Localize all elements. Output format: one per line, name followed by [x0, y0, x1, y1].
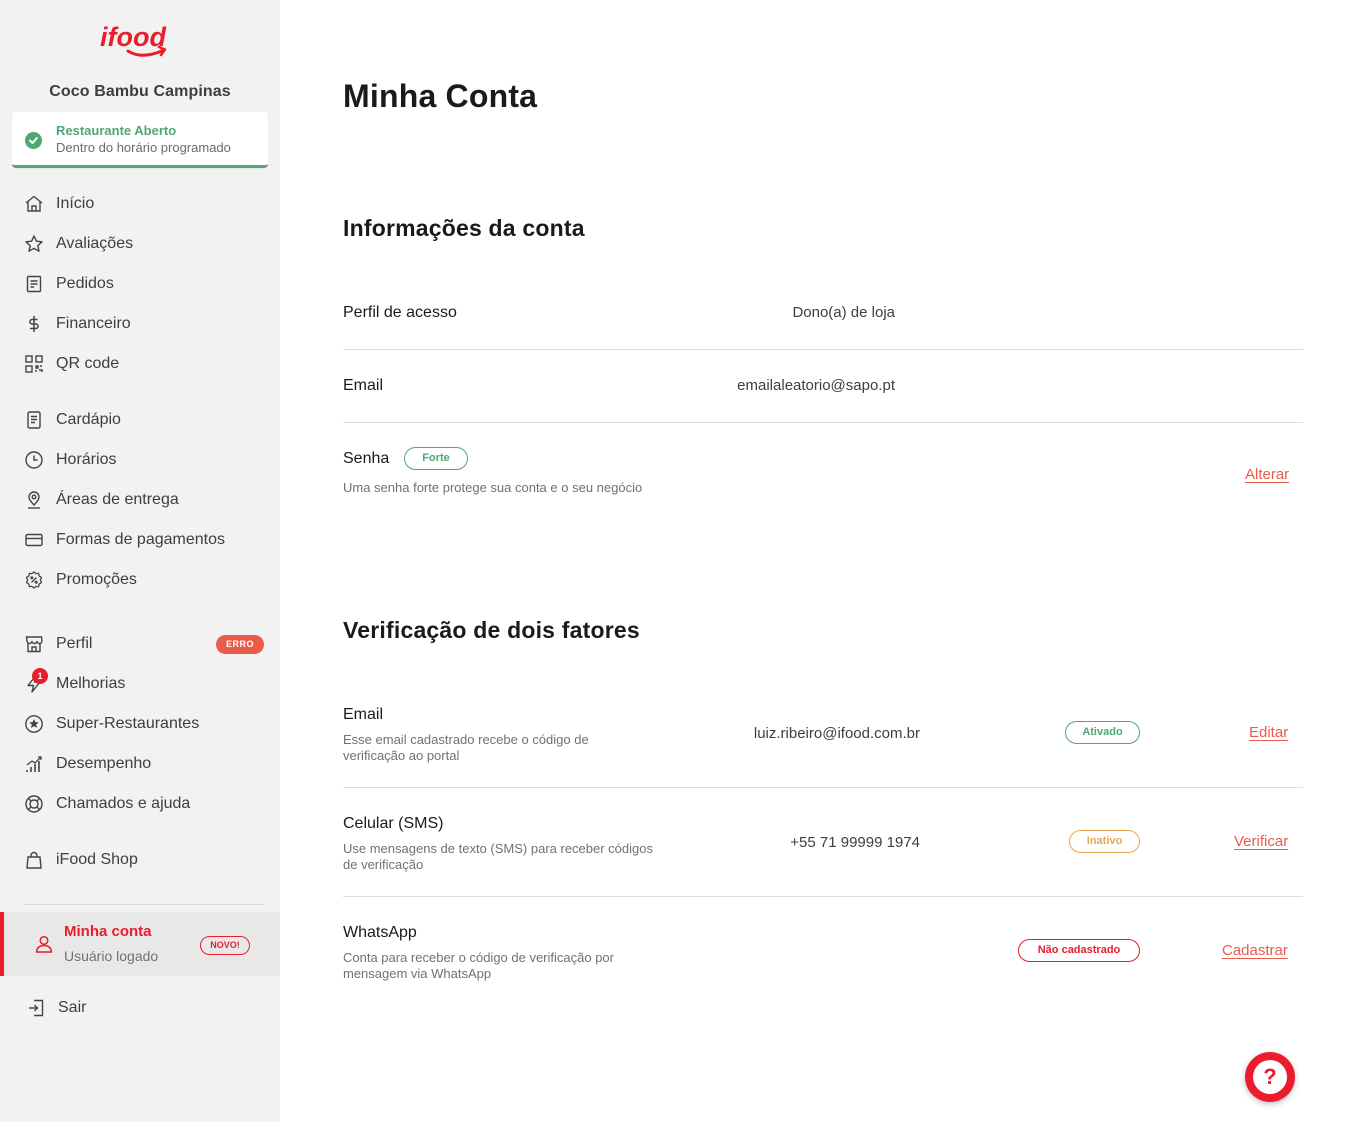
tfa-whatsapp-status-badge: Não cadastrado: [1018, 939, 1140, 962]
account-subtitle: Usuário logado: [64, 948, 159, 964]
home-icon: [24, 194, 44, 214]
tfa-sms-description: Use mensagens de texto (SMS) para recebe…: [343, 841, 653, 872]
user-icon: [34, 934, 54, 954]
sidebar-item-horarios[interactable]: Horários: [0, 444, 280, 476]
password-description: Uma senha forte protege sua conta e o se…: [343, 480, 643, 495]
sidebar-item-inicio[interactable]: Início: [0, 188, 280, 220]
password-label: Senha: [343, 450, 390, 467]
credit-card-icon: [24, 530, 44, 550]
sidebar-item-ifood-shop[interactable]: iFood Shop: [0, 844, 280, 876]
tfa-whatsapp-label: WhatsApp: [343, 924, 417, 941]
row-divider: [343, 896, 1303, 897]
sidebar-item-label: iFood Shop: [56, 851, 138, 868]
shopping-bag-icon: [24, 850, 44, 870]
logout-icon: [26, 998, 46, 1018]
sidebar-item-perfil[interactable]: Perfil ERRO: [0, 628, 280, 660]
store-icon: [24, 634, 44, 654]
status-subtitle: Dentro do horário programado: [56, 140, 231, 155]
clock-icon: [24, 450, 44, 470]
sidebar-item-minha-conta[interactable]: Minha conta Usuário logado NOVO!: [0, 912, 280, 976]
row-divider: [343, 349, 1303, 350]
profile-value: Dono(a) de loja: [792, 304, 895, 321]
password-strength-badge: Forte: [404, 447, 468, 470]
sidebar-item-qr-code[interactable]: QR code: [0, 348, 280, 380]
sidebar-item-avaliacoes[interactable]: Avaliações: [0, 228, 280, 260]
sidebar-item-label: Desempenho: [56, 755, 152, 772]
tfa-whatsapp-register-link[interactable]: Cadastrar: [1222, 942, 1288, 959]
bar-chart-icon: [24, 754, 44, 774]
sidebar-item-promocoes[interactable]: Promoções: [0, 564, 280, 596]
sidebar-item-chamados-e-ajuda[interactable]: Chamados e ajuda: [0, 788, 280, 820]
lifebuoy-icon: [24, 794, 44, 814]
error-badge: ERRO: [216, 635, 264, 654]
sidebar-item-label: Promoções: [56, 571, 137, 588]
tfa-sms-label: Celular (SMS): [343, 815, 444, 832]
sidebar-item-label: Cardápio: [56, 411, 121, 428]
tfa-whatsapp-description: Conta para receber o código de verificaç…: [343, 950, 614, 981]
sidebar-item-pedidos[interactable]: Pedidos: [0, 268, 280, 300]
logout-label: Sair: [58, 999, 87, 1016]
tfa-email-status-badge: Ativado: [1065, 721, 1140, 744]
svg-text:ifood: ifood: [100, 22, 166, 52]
sidebar-item-super-restaurantes[interactable]: Super-Restaurantes: [0, 708, 280, 740]
qr-code-icon: [24, 354, 44, 374]
sidebar-item-label: Áreas de entrega: [56, 491, 179, 508]
restaurant-status-card[interactable]: Restaurante Aberto Dentro do horário pro…: [12, 112, 268, 168]
row-divider: [343, 422, 1303, 423]
map-pin-icon: [24, 490, 44, 510]
sidebar-divider: [24, 904, 264, 905]
sidebar-item-cardapio[interactable]: Cardápio: [0, 404, 280, 436]
sidebar-item-label: Horários: [56, 451, 117, 468]
store-name: Coco Bambu Campinas: [49, 83, 231, 100]
sidebar-item-label: Chamados e ajuda: [56, 795, 191, 812]
sidebar-item-label: Super-Restaurantes: [56, 715, 200, 732]
tfa-email-value: luiz.ribeiro@ifood.com.br: [753, 725, 920, 742]
page-title: Minha Conta: [343, 78, 538, 114]
logout-button[interactable]: Sair: [0, 992, 280, 1024]
sidebar-item-label: Formas de pagamentos: [56, 531, 225, 548]
email-value: emailaleatorio@sapo.pt: [737, 377, 895, 394]
check-circle-icon: [25, 132, 42, 149]
row-divider: [343, 787, 1303, 788]
sidebar-item-label: Perfil: [56, 635, 93, 652]
sidebar-item-financeiro[interactable]: Financeiro: [0, 308, 280, 340]
question-mark-icon: ?: [1253, 1060, 1287, 1094]
sidebar-item-label: Financeiro: [56, 315, 131, 332]
sidebar-item-label: Início: [56, 195, 95, 212]
notification-badge: 1: [32, 668, 48, 684]
tfa-sms-value: +55 71 99999 1974: [790, 834, 920, 851]
sidebar-item-melhorias[interactable]: 1 Melhorias: [0, 668, 280, 700]
tfa-sms-status-badge: Inativo: [1069, 830, 1140, 853]
receipt-icon: [24, 274, 44, 294]
dollar-icon: [24, 314, 44, 334]
sidebar-item-label: Pedidos: [56, 275, 114, 292]
new-badge: NOVO!: [200, 936, 250, 955]
sidebar: ifood Coco Bambu Campinas Restaurante Ab…: [0, 0, 280, 1122]
tfa-email-edit-link[interactable]: Editar: [1249, 724, 1288, 741]
sidebar-item-areas-de-entrega[interactable]: Áreas de entrega: [0, 484, 280, 516]
sidebar-item-label: Melhorias: [56, 675, 126, 692]
sidebar-item-formas-de-pagamentos[interactable]: Formas de pagamentos: [0, 524, 280, 556]
help-button[interactable]: ?: [1245, 1052, 1295, 1102]
account-info-heading: Informações da conta: [343, 215, 585, 241]
ifood-logo[interactable]: ifood: [98, 20, 182, 64]
account-title: Minha conta: [64, 923, 152, 940]
star-icon: [24, 234, 44, 254]
tfa-email-label: Email: [343, 706, 384, 723]
email-label: Email: [343, 377, 384, 394]
discount-icon: [24, 570, 44, 590]
profile-label: Perfil de acesso: [343, 304, 457, 321]
two-factor-heading: Verificação de dois fatores: [343, 617, 640, 643]
sidebar-item-label: Avaliações: [56, 235, 134, 252]
sidebar-item-label: QR code: [56, 355, 120, 372]
change-password-link[interactable]: Alterar: [1245, 466, 1289, 483]
menu-book-icon: [24, 410, 44, 430]
sidebar-item-desempenho[interactable]: Desempenho: [0, 748, 280, 780]
tfa-sms-verify-link[interactable]: Verificar: [1234, 833, 1288, 850]
star-circle-icon: [24, 714, 44, 734]
status-title: Restaurante Aberto: [56, 123, 177, 138]
tfa-email-description: Esse email cadastrado recebe o código de…: [343, 732, 589, 763]
